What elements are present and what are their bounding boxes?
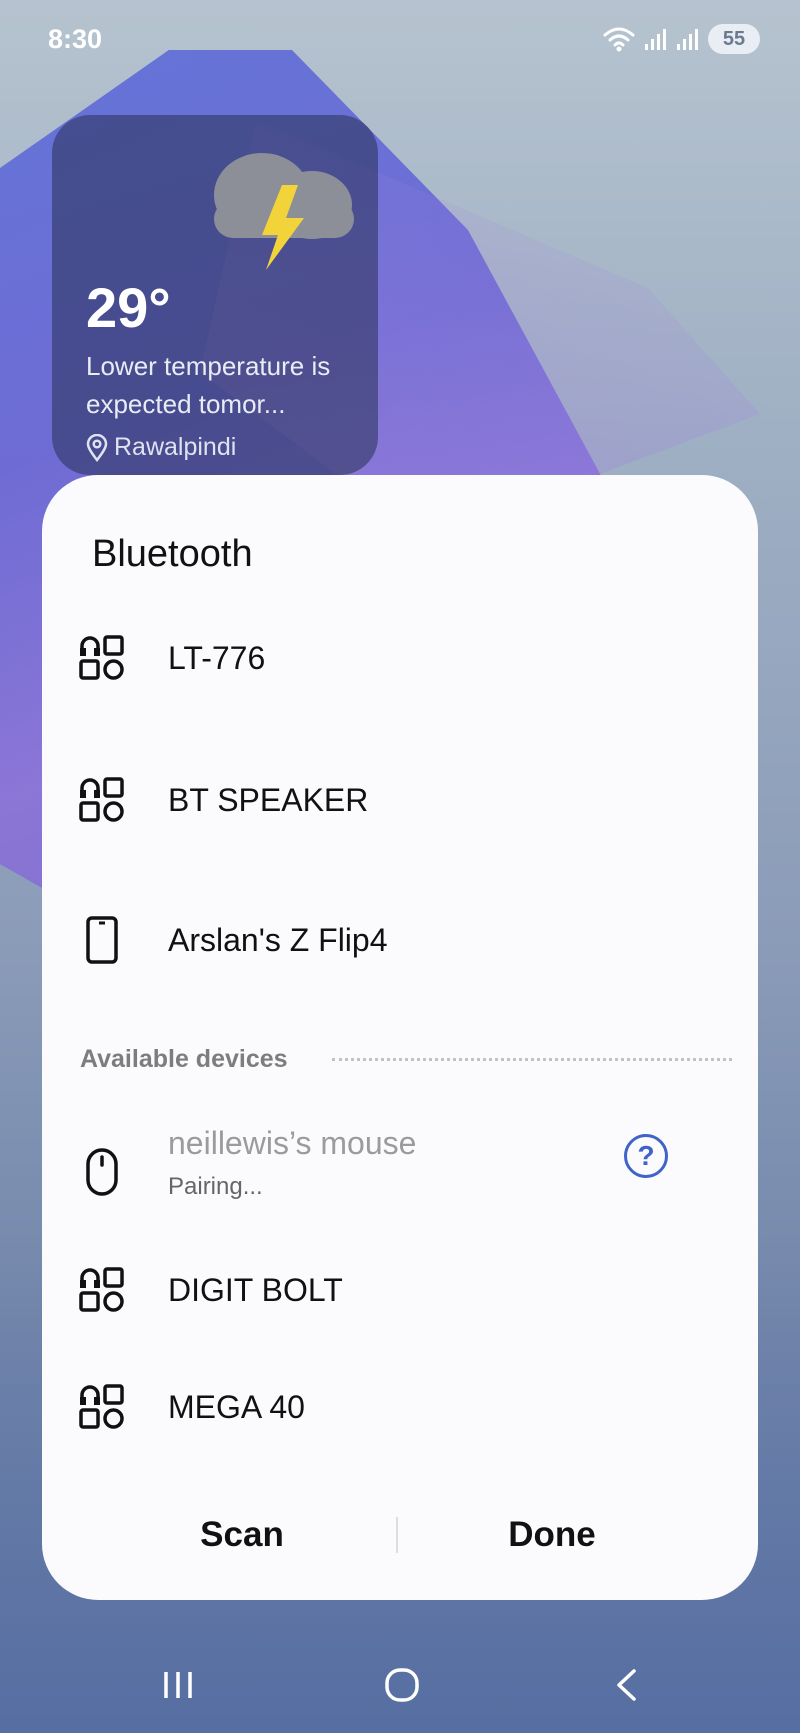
weather-description: Lower temperature is expected tomor... — [86, 351, 331, 419]
generic-device-icon — [77, 1265, 127, 1315]
device-row-bt-speaker[interactable]: BT SPEAKER — [42, 755, 758, 845]
bluetooth-dialog: Bluetooth LT-776 BT SPEAKER Arslan's Z F… — [42, 475, 758, 1600]
signal-icon — [645, 29, 666, 50]
device-name: MEGA 40 — [168, 1388, 305, 1425]
home-icon — [385, 1668, 419, 1702]
scan-button[interactable]: Scan — [92, 1487, 392, 1583]
weather-location-text: Rawalpindi — [114, 433, 237, 461]
device-name: neillewis’s mouse — [168, 1125, 417, 1161]
wifi-icon — [603, 27, 635, 52]
pairing-status: Pairing... — [168, 1173, 263, 1200]
done-button[interactable]: Done — [402, 1487, 702, 1583]
thunderstorm-icon — [214, 153, 354, 270]
weather-location: Rawalpindi — [86, 433, 236, 462]
generic-device-icon — [77, 1382, 127, 1432]
status-time: 8:30 — [48, 24, 103, 54]
device-name: BT SPEAKER — [168, 781, 369, 818]
device-name: Arslan's Z Flip4 — [168, 921, 388, 958]
device-name: LT-776 — [168, 639, 266, 676]
device-row-lt-776[interactable]: LT-776 — [42, 613, 758, 703]
home-button[interactable] — [352, 1640, 452, 1730]
recent-apps-button[interactable] — [128, 1640, 228, 1730]
footer-divider — [396, 1517, 398, 1553]
device-row-z-flip4[interactable]: Arslan's Z Flip4 — [42, 895, 758, 985]
generic-device-icon — [77, 633, 127, 683]
battery-badge: 55 — [708, 24, 760, 54]
device-name: DIGIT BOLT — [168, 1271, 343, 1308]
available-devices-label: Available devices — [80, 1045, 288, 1073]
signal-icon-2 — [677, 29, 698, 50]
device-row-digit-bolt[interactable]: DIGIT BOLT — [42, 1245, 758, 1335]
phone-icon — [77, 915, 127, 965]
device-row-mega-40[interactable]: MEGA 40 — [42, 1362, 758, 1452]
section-divider — [332, 1058, 732, 1061]
back-button[interactable] — [576, 1640, 676, 1730]
generic-device-icon — [77, 775, 127, 825]
dialog-footer: Scan Done — [42, 1487, 758, 1583]
back-icon — [617, 1669, 636, 1701]
device-row-mouse[interactable]: neillewis’s mouse Pairing... ? — [42, 1125, 758, 1225]
help-icon[interactable]: ? — [624, 1134, 668, 1178]
weather-temperature: 29° — [86, 276, 171, 339]
dialog-title: Bluetooth — [92, 533, 253, 575]
location-pin-icon — [86, 433, 108, 462]
navigation-bar — [0, 1640, 800, 1730]
mouse-icon — [77, 1147, 127, 1197]
recent-apps-icon — [164, 1672, 192, 1698]
weather-widget[interactable]: 29° Lower temperature is expected tomor.… — [52, 115, 378, 475]
status-bar: 8:30 55 — [0, 0, 800, 80]
status-icons: 55 — [602, 24, 760, 54]
